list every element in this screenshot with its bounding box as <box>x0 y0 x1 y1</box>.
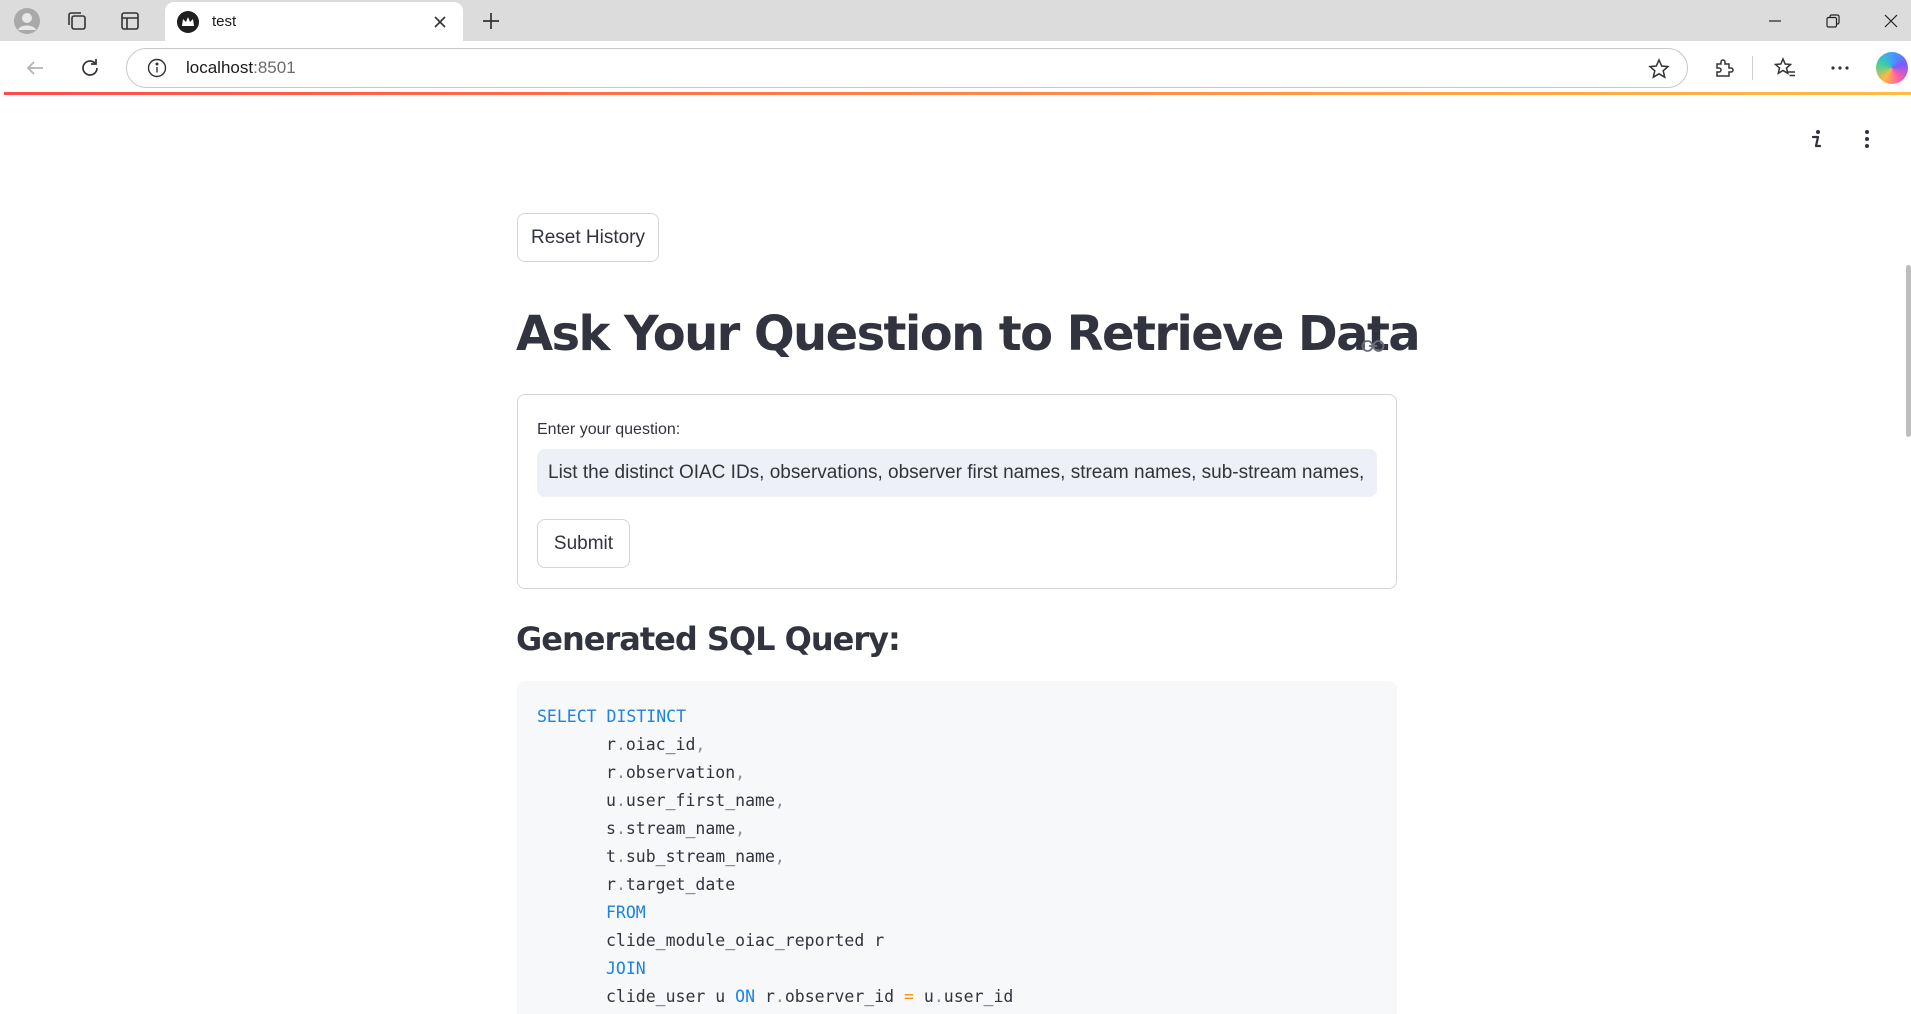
puzzle-icon <box>1716 59 1734 77</box>
sql-punctuation: . <box>774 987 785 1006</box>
submit-button[interactable]: Submit <box>537 519 630 568</box>
address-bar[interactable]: localhost:8501 <box>126 48 1688 88</box>
tab-actions-icon <box>121 12 139 30</box>
streamlit-crown-icon <box>177 10 199 33</box>
info-italic-icon <box>1811 130 1822 148</box>
question-label: Enter your question: <box>537 421 681 438</box>
window-minimize-button[interactable] <box>1746 0 1804 41</box>
app-main-menu-button[interactable] <box>1853 125 1881 153</box>
plus-icon <box>483 13 499 29</box>
link-icon <box>1361 340 1385 352</box>
window-close-button[interactable] <box>1862 0 1911 41</box>
reload-icon <box>82 59 98 76</box>
minimize-icon <box>1769 19 1781 22</box>
sql-text: u.user_first_name, <box>606 791 785 810</box>
info-icon <box>147 58 167 78</box>
add-favorite-button[interactable] <box>1647 57 1671 81</box>
extensions-button[interactable] <box>1707 51 1741 85</box>
sql-punctuation: , <box>774 847 785 866</box>
code-line: u.user_first_name, <box>537 787 1377 815</box>
app-info-button[interactable] <box>1802 125 1830 153</box>
sql-query-heading: Generated SQL Query: <box>516 620 901 658</box>
sql-punctuation: , <box>735 819 746 838</box>
sql-text: JOIN <box>537 959 646 978</box>
tab-close-button[interactable] <box>429 11 451 33</box>
reset-history-button[interactable]: Reset History <box>517 213 659 262</box>
question-input[interactable] <box>537 449 1377 497</box>
tab-title: test <box>212 13 237 30</box>
code-line: r.target_date <box>537 871 1377 899</box>
site-info-button[interactable] <box>146 57 168 79</box>
sql-punctuation: . <box>615 735 626 754</box>
more-button[interactable] <box>1823 51 1857 85</box>
sql-keyword: ON <box>735 987 756 1006</box>
code-line: r.observation, <box>537 759 1377 787</box>
kebab-menu-icon <box>1865 130 1869 148</box>
sql-text: s.stream_name, <box>606 819 746 838</box>
favorites-icon <box>1774 57 1795 77</box>
code-line: FROM <box>537 899 1377 927</box>
sql-keyword: DISTINCT <box>606 707 687 726</box>
profile-icon <box>14 8 40 34</box>
sql-punctuation: . <box>615 819 626 838</box>
workspaces-icon <box>68 12 86 30</box>
restore-icon <box>1826 13 1840 28</box>
sql-keyword: JOIN <box>606 959 646 978</box>
code-line: clide_module_oiac_reported r <box>537 927 1377 955</box>
address-port: :8501 <box>253 58 296 77</box>
sql-operator: = <box>904 987 914 1006</box>
sql-punctuation: , <box>735 763 746 782</box>
toolbar-separator <box>1752 56 1753 80</box>
sql-text: r.target_date <box>606 875 736 894</box>
reload-button[interactable] <box>73 51 107 85</box>
close-icon <box>434 15 446 28</box>
sql-text: t.sub_stream_name, <box>606 847 785 866</box>
sql-punctuation: . <box>933 987 944 1006</box>
code-line: SELECT DISTINCT <box>537 703 1377 731</box>
sql-text: clide_user u ON r.observer_id = u.user_i… <box>606 987 1014 1006</box>
page-scrollbar[interactable] <box>1906 265 1911 437</box>
workspaces-button[interactable] <box>60 4 94 38</box>
sql-punctuation: . <box>615 847 626 866</box>
close-icon <box>1884 14 1898 27</box>
active-tab[interactable]: test <box>165 2 463 41</box>
code-line: s.stream_name, <box>537 815 1377 843</box>
star-icon <box>1648 58 1670 79</box>
profile-button[interactable] <box>10 4 44 38</box>
window-restore-button[interactable] <box>1804 0 1862 41</box>
code-line: t.sub_stream_name, <box>537 843 1377 871</box>
back-arrow-icon <box>26 61 43 75</box>
sql-punctuation: , <box>774 791 785 810</box>
more-horizontal-icon <box>1831 66 1849 70</box>
code-line: r.oiac_id, <box>537 731 1377 759</box>
page-title: Ask Your Question to Retrieve Data <box>516 306 1421 362</box>
sql-punctuation: . <box>615 763 626 782</box>
sql-keyword: SELECT <box>537 707 597 726</box>
sql-text: FROM <box>537 903 646 922</box>
sql-text: r.oiac_id, <box>606 735 706 754</box>
code-line: clide_user u ON r.observer_id = u.user_i… <box>537 983 1377 1011</box>
tab-actions-button[interactable] <box>113 4 147 38</box>
code-line: JOIN <box>537 955 1377 983</box>
sql-keyword: SELECT DISTINCT <box>537 707 686 726</box>
copilot-icon[interactable] <box>1876 52 1908 84</box>
question-form: Enter your question: Submit <box>517 394 1397 589</box>
sql-punctuation: . <box>615 791 626 810</box>
address-host: localhost <box>186 58 254 77</box>
heading-anchor-link[interactable] <box>1360 333 1386 359</box>
browser-toolbar: localhost:8501 <box>0 41 1911 94</box>
browser-tab-strip: test <box>0 0 1911 41</box>
new-tab-button[interactable] <box>474 4 508 38</box>
sql-punctuation: , <box>695 735 706 754</box>
sql-text: clide_module_oiac_reported r <box>606 931 885 950</box>
sql-text: r.observation, <box>606 763 746 782</box>
sql-code-block: SELECT DISTINCT r.oiac_id, r.observation… <box>517 681 1397 1014</box>
sql-punctuation: . <box>615 875 626 894</box>
sql-keyword: FROM <box>606 903 646 922</box>
back-button[interactable] <box>18 51 52 85</box>
favorites-button[interactable] <box>1768 51 1802 85</box>
